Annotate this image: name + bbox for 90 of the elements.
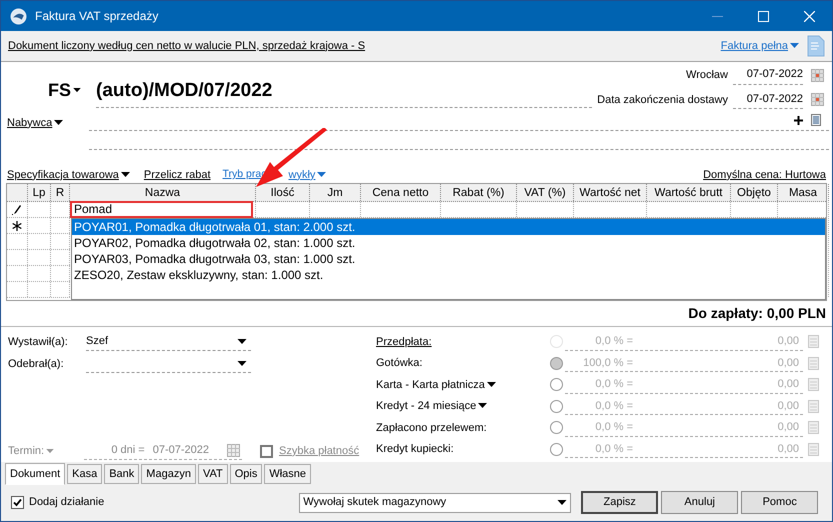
field-label: Odebrał(a): [8,356,65,372]
calculator-icon[interactable] [808,400,819,413]
calendar-icon[interactable] [227,444,240,457]
list-icon[interactable] [811,114,821,126]
radio-button[interactable] [550,400,563,413]
recalculate-discount-link[interactable]: Przelicz rabat [144,166,211,184]
tab[interactable]: Dokument [5,463,66,485]
calculator-icon[interactable] [808,442,819,456]
suggestion-item[interactable]: POYAR01, Pomadka długotrwała 01, stan: 2.000 szt. [72,219,825,235]
checkbox[interactable] [11,496,24,509]
date-field[interactable]: 07-07-2022 [733,90,803,109]
radio-button[interactable] [550,442,563,456]
column-header[interactable]: Jm [310,184,361,201]
close-icon [804,10,814,22]
quick-payment-link[interactable]: Szybka płatność [279,442,360,460]
tab[interactable]: Kasa [67,464,102,484]
amount-due-label: Do zapłaty: 0,00 PLN [688,304,826,323]
column-header[interactable]: VAT (%) [517,184,574,201]
suggestion-item[interactable]: POYAR03, Pomadka długotrwała 03, stan: 1.000 szt. [72,251,825,267]
invoice-type-link[interactable]: Faktura pełna [720,38,799,54]
dialog-button[interactable]: Zapisz [581,491,658,514]
payment-label: Gotówka: [376,356,424,371]
payment-label: Kredyt kupiecki: [376,442,455,457]
radio-button[interactable] [550,356,563,370]
window-title: Faktura VAT sprzedaży [35,8,158,25]
person-dropdown[interactable]: Szef [86,334,251,350]
default-price-link[interactable]: Domyślna cena: Hurtowa [703,166,826,184]
name-input-field[interactable]: Pomad [70,201,253,218]
work-mode-link[interactable]: wykły [288,166,326,184]
date-label: Data zakończenia dostawy [597,92,728,108]
caret-icon [486,382,496,388]
specification-menu[interactable]: Specyfikacja towarowa [7,166,130,184]
calculator-icon[interactable] [808,356,819,370]
caret-icon [317,172,326,178]
caret-icon [478,403,488,410]
calculator-icon[interactable] [808,421,819,434]
column-header[interactable]: R [51,184,70,201]
document-icon[interactable] [807,35,825,57]
column-header[interactable]: Wartość net [574,184,647,201]
document-number-field[interactable]: (auto)/MOD/07/2022 [96,76,592,108]
buyer-selector[interactable]: Nabywca [7,116,64,130]
dialog-button[interactable]: Anuluj [661,491,738,514]
tab[interactable]: Magazyn [141,464,196,484]
tab[interactable]: Bank [104,464,140,484]
tab[interactable]: Własne [264,464,312,484]
caret-icon [790,43,799,49]
dialog-button[interactable]: Pomoc [741,491,818,514]
suggestion-item[interactable]: ZESO20, Zestaw ekskluzywny, stan: 1.000 szt. [72,267,825,283]
plus-icon[interactable] [794,116,803,124]
caret-icon [237,338,247,344]
pencil-icon [12,204,22,215]
date-label: Wrocław [686,68,728,83]
app-logo-icon [10,8,27,24]
payment-method-selector[interactable]: Kredyt - 24 miesiące [376,398,550,414]
payment-label: Zapłacono przelewem: [376,420,488,436]
checkbox[interactable] [260,444,273,458]
column-header[interactable]: Objęto [731,184,778,201]
column-header[interactable]: Cena netto [361,184,441,201]
caret-icon [237,360,247,366]
days-field[interactable]: 0 dni = [111,442,145,459]
radio-button[interactable] [550,421,563,434]
calendar-icon[interactable] [811,93,824,106]
stock-action-dropdown[interactable]: Wywołaj skutek magazynowy [299,492,572,512]
term-selector[interactable]: Termin: [8,442,84,460]
column-header[interactable]: Lp [28,184,51,201]
series-selector[interactable]: FS [48,77,82,104]
column-header[interactable]: Rabat (%) [441,184,517,201]
due-date-field[interactable]: 07-07-2022 [152,442,209,459]
tab[interactable]: Opis [230,464,262,484]
tab[interactable]: VAT [198,464,228,484]
document-info-link[interactable]: Dokument liczony według cen netto w walucie PLN, sprzedaż krajowa - S [8,38,366,54]
calendar-icon[interactable] [811,68,824,82]
suggestion-item[interactable]: POYAR02, Pomadka długotrwała 02, stan: 1.000 szt. [72,235,825,251]
caret-icon [54,120,64,126]
add-action-label: Dodaj działanie [29,495,104,510]
radio-button[interactable] [550,378,563,392]
calculator-icon[interactable] [808,335,819,348]
column-header[interactable]: Masa [778,184,829,201]
caret-icon [557,500,568,506]
asterisk-icon [12,220,22,230]
column-header[interactable]: Wartość brutt [647,184,731,201]
field-label: Wystawił(a): [8,334,69,350]
caret-icon [120,172,130,178]
check-icon [13,498,22,507]
date-field[interactable]: 07-07-2022 [733,66,803,84]
calculator-icon[interactable] [808,378,819,392]
caret-icon [73,88,82,93]
maximize-icon [758,10,768,22]
payment-method-selector[interactable]: Karta - Karta płatnicza [376,376,550,393]
caret-icon [46,448,54,454]
